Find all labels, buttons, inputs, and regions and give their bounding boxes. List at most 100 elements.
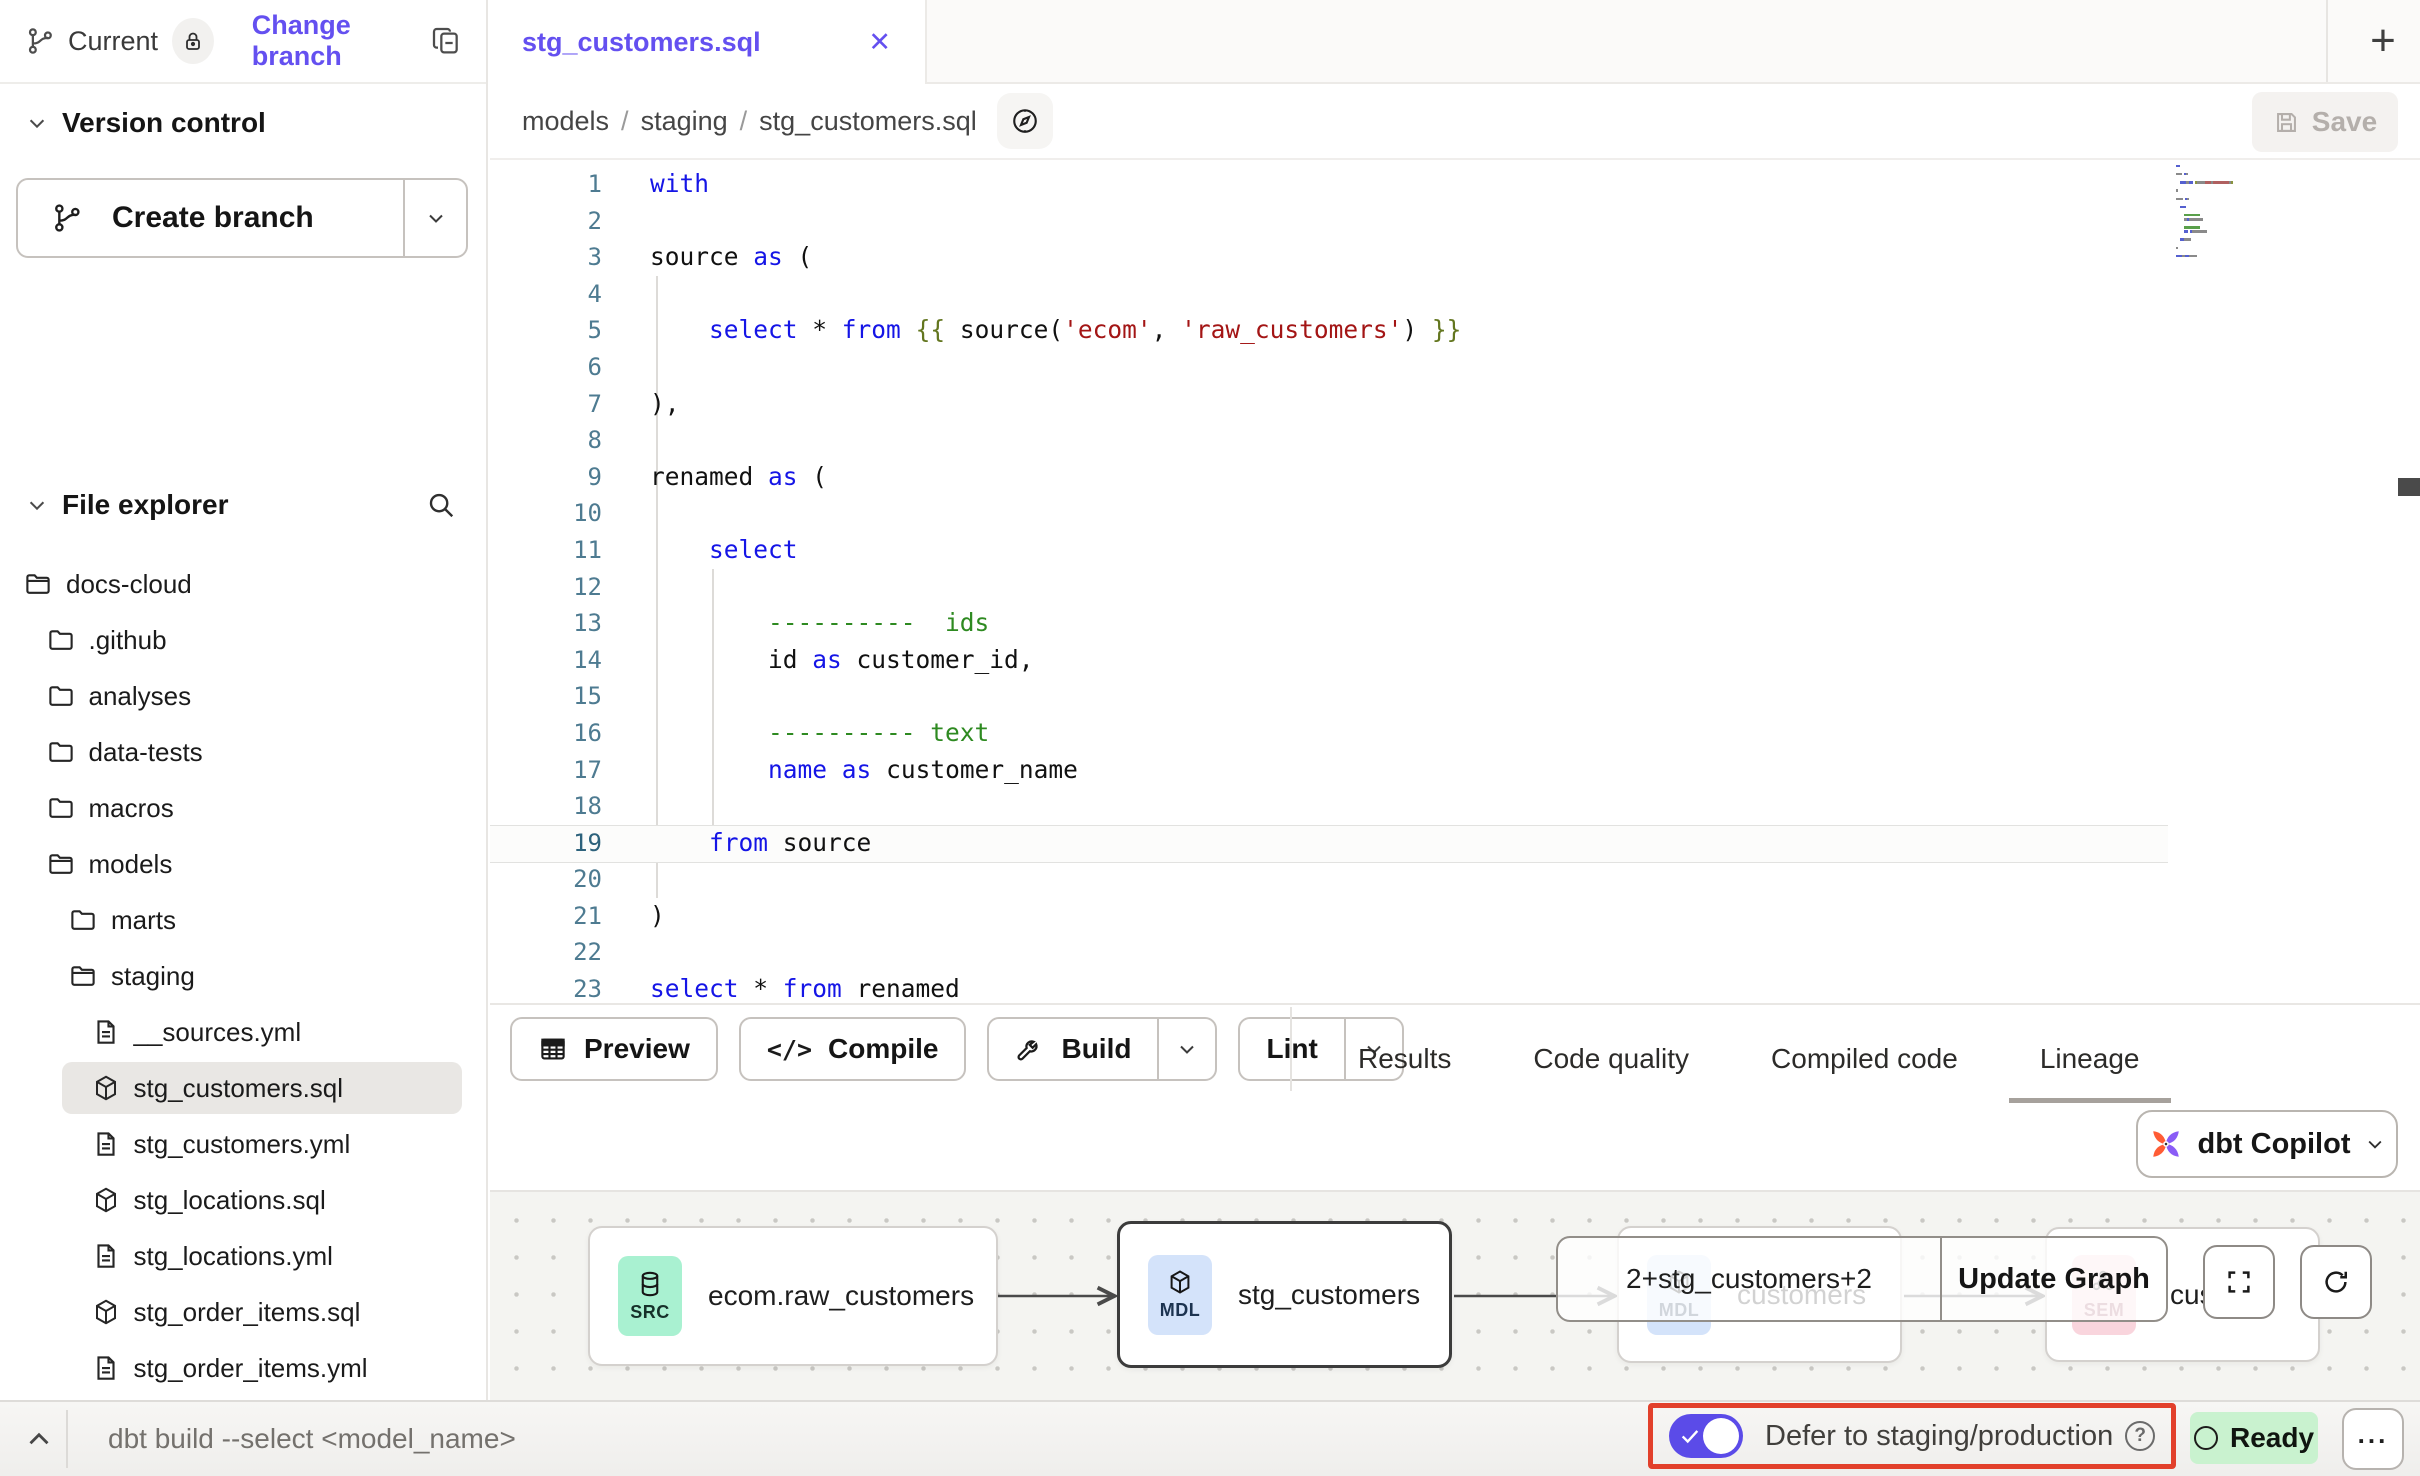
code-line-1[interactable]: 1with [490,166,2420,203]
line-number: 8 [490,422,602,459]
code-text: from source [602,825,871,862]
new-tab-button[interactable]: + [2346,0,2420,82]
code-line-2[interactable]: 2 [490,203,2420,240]
code-line-19[interactable]: 19 from source [490,825,2420,862]
tree-item-stg-customers-yml[interactable]: stg_customers.yml [0,1116,482,1172]
compile-button[interactable]: </>Compile [739,1017,967,1081]
breadcrumb-part[interactable]: models [522,106,609,137]
code-text [602,569,650,606]
tree-item-label: staging [111,961,195,992]
tree-item-models[interactable]: models [0,836,482,892]
breadcrumb-part[interactable]: staging [641,106,728,137]
create-branch-button[interactable]: Create branch [16,178,468,258]
more-options-button[interactable]: ... [2342,1408,2404,1470]
code-line-13[interactable]: 13 ---------- ids [490,605,2420,642]
tree-item-staging[interactable]: staging [0,948,482,1004]
tree-item--github[interactable]: .github [0,612,482,668]
code-line-9[interactable]: 9renamed as ( [490,459,2420,496]
tree-item-analyses[interactable]: analyses [0,668,482,724]
tab-code-quality[interactable]: Code quality [1527,1027,1695,1091]
version-control-title: Version control [62,107,266,139]
lineage-node-stg-customers[interactable]: MDL stg_customers [1117,1221,1452,1368]
create-branch-main[interactable]: Create branch [18,180,403,256]
file-explorer-header[interactable]: File explorer [0,478,486,532]
lineage-node-source[interactable]: SRC ecom.raw_customers [588,1226,998,1366]
tree-item-marts[interactable]: marts [0,892,482,948]
line-number: 23 [490,971,602,1003]
preview-button-main[interactable]: Preview [512,1019,716,1079]
code-line-3[interactable]: 3source as ( [490,239,2420,276]
breadcrumb-part[interactable]: stg_customers.sql [759,106,977,137]
code-line-5[interactable]: 5 select * from {{ source('ecom', 'raw_c… [490,312,2420,349]
tab-results[interactable]: Results [1352,1027,1457,1091]
line-number: 3 [490,239,602,276]
code-line-10[interactable]: 10 [490,495,2420,532]
editor-header: models/staging/stg_customers.sql Save [490,84,2420,160]
code-line-12[interactable]: 12 [490,569,2420,606]
lint-button-main[interactable]: Lint [1240,1019,1343,1079]
version-control-header[interactable]: Version control [0,96,486,150]
status-label: Ready [2230,1422,2314,1454]
code-text: renamed as ( [602,459,827,496]
code-line-17[interactable]: 17 name as customer_name [490,752,2420,789]
lineage-selector-input[interactable] [1558,1238,1940,1320]
build-dropdown[interactable] [1157,1019,1215,1079]
tree-item-stg-customers-sql[interactable]: stg_customers.sql [0,1060,482,1116]
editor-minimap[interactable] [2176,164,2294,262]
tree-item-docs-cloud[interactable]: docs-cloud [0,556,482,612]
tab-lineage[interactable]: Lineage [2034,1027,2146,1091]
build-button[interactable]: Build [987,1017,1217,1081]
command-input[interactable]: dbt build --select <model_name> [108,1402,516,1476]
open-in-lineage-button[interactable] [997,93,1053,149]
code-line-15[interactable]: 15 [490,678,2420,715]
build-button-main[interactable]: Build [989,1019,1157,1079]
lineage-canvas[interactable]: SRC ecom.raw_customers MDL stg_customers… [490,1190,2420,1400]
tree-item-label: macros [89,793,174,824]
code-line-6[interactable]: 6 [490,349,2420,386]
close-tab-icon[interactable]: ✕ [868,29,891,56]
code-line-8[interactable]: 8 [490,422,2420,459]
search-icon[interactable] [426,490,456,520]
dbt-copilot-button[interactable]: dbt Copilot [2136,1110,2398,1178]
chevron-down-icon [26,112,48,134]
code-line-16[interactable]: 16 ---------- text [490,715,2420,752]
tree-item-stg-locations-yml[interactable]: stg_locations.yml [0,1228,482,1284]
code-line-11[interactable]: 11 select [490,532,2420,569]
chevron-up-icon[interactable] [22,1422,56,1456]
editor-scrollbar-thumb[interactable] [2398,478,2420,496]
code-line-22[interactable]: 22 [490,934,2420,971]
tree-item--sources-yml[interactable]: __sources.yml [0,1004,482,1060]
tree-item-label: analyses [89,681,192,712]
tab-compiled-code[interactable]: Compiled code [1765,1027,1964,1091]
compile-button-main[interactable]: </>Compile [741,1019,965,1079]
update-graph-button[interactable]: Update Graph [1942,1238,2166,1320]
change-branch-link[interactable]: Change branch [252,10,430,72]
status-circle-icon [2194,1426,2218,1450]
code-line-14[interactable]: 14 id as customer_id, [490,642,2420,679]
tree-item-stg-order-items-sql[interactable]: stg_order_items.sql [0,1284,482,1340]
fullscreen-button[interactable] [2203,1245,2275,1319]
dbt-copilot-label: dbt Copilot [2197,1128,2350,1161]
code-line-18[interactable]: 18 [490,788,2420,825]
tree-item-data-tests[interactable]: data-tests [0,724,482,780]
code-line-7[interactable]: 7), [490,386,2420,423]
preview-button[interactable]: Preview [510,1017,718,1081]
check-icon [1679,1425,1701,1447]
code-line-21[interactable]: 21) [490,898,2420,935]
tree-item-stg-locations-sql[interactable]: stg_locations.sql [0,1172,482,1228]
code-line-23[interactable]: 23select * from renamed [490,971,2420,1003]
help-icon[interactable]: ? [2125,1421,2155,1451]
code-line-20[interactable]: 20 [490,861,2420,898]
refresh-button[interactable] [2300,1245,2372,1319]
tab-stg-customers-sql[interactable]: stg_customers.sql ✕ [490,0,927,84]
tree-item-macros[interactable]: macros [0,780,482,836]
code-line-4[interactable]: 4 [490,276,2420,313]
copy-icon[interactable] [430,25,462,57]
tree-item-label: .github [89,625,167,656]
defer-toggle[interactable] [1669,1414,1743,1458]
save-button[interactable]: Save [2252,92,2398,152]
line-number: 16 [490,715,602,752]
code-editor[interactable]: 1with23source as (45 select * from {{ so… [490,160,2420,1003]
tree-item-stg-order-items-yml[interactable]: stg_order_items.yml [0,1340,482,1396]
create-branch-dropdown[interactable] [403,180,466,256]
